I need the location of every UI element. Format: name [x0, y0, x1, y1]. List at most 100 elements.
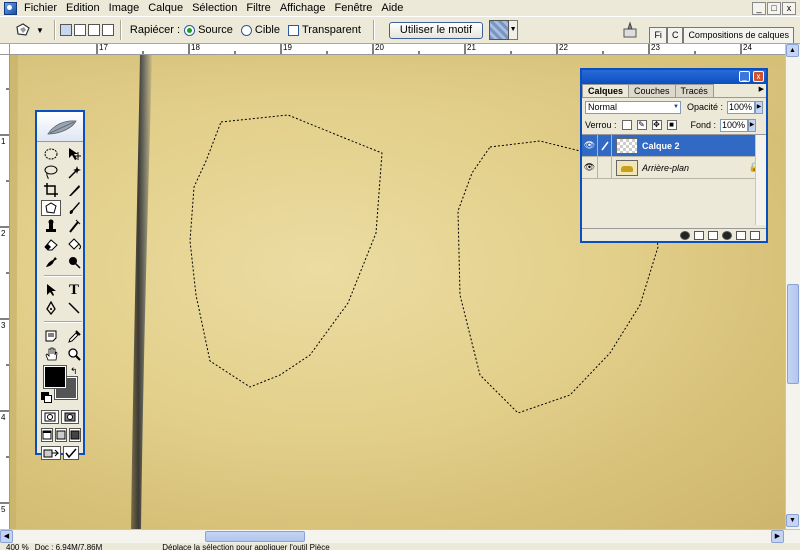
check-mark-icon[interactable] [63, 446, 79, 460]
fill-slider-button[interactable]: ▶ [748, 118, 757, 132]
full-screen-menu-button[interactable] [55, 428, 67, 442]
default-colors-icon[interactable] [41, 392, 52, 403]
eye-icon[interactable]: 👁 [582, 156, 598, 179]
trash-icon[interactable] [750, 230, 760, 240]
menu-aide[interactable]: Aide [377, 0, 408, 16]
panel-minimize-button[interactable]: _ [739, 71, 750, 82]
patch-tool[interactable] [41, 200, 61, 216]
layer-mask-icon[interactable] [694, 230, 704, 240]
paint-bucket-tool[interactable] [64, 236, 84, 252]
new-selection-mode[interactable] [59, 24, 72, 36]
full-screen-button[interactable] [69, 428, 81, 442]
chevron-down-icon[interactable]: ▼ [36, 26, 44, 35]
selection-marquee-left[interactable] [189, 114, 383, 388]
standard-screen-button[interactable] [41, 428, 53, 442]
opacity-input[interactable]: 100% [727, 100, 756, 114]
smudge-tool[interactable] [41, 254, 61, 270]
ruler-origin[interactable] [0, 44, 10, 55]
source-radio-option[interactable]: Source [184, 24, 233, 36]
use-pattern-button[interactable]: Utiliser le motif [388, 21, 484, 39]
transparent-checkbox-option[interactable]: Transparent [288, 24, 361, 36]
lock-all-icon[interactable]: ■ [666, 120, 677, 130]
slice-tool[interactable] [64, 182, 84, 198]
eye-icon[interactable]: 👁 [582, 134, 598, 157]
layers-panel-titlebar[interactable]: _ x [582, 70, 766, 84]
type-tool[interactable]: T [64, 282, 84, 298]
pattern-swatch[interactable] [489, 20, 510, 40]
lasso-tool[interactable] [41, 164, 61, 180]
move-tool[interactable] [64, 146, 84, 162]
source-radio[interactable] [184, 24, 196, 36]
zoom-level[interactable]: 400 % [6, 543, 29, 550]
adjustment-layer-icon[interactable] [722, 230, 732, 240]
menu-fenetre[interactable]: Fenêtre [330, 0, 377, 16]
menu-affichage[interactable]: Affichage [276, 0, 331, 16]
menu-filtre[interactable]: Filtre [242, 0, 275, 16]
fill-input[interactable]: 100% [720, 118, 749, 132]
tab-couches[interactable]: Couches [628, 84, 676, 97]
eyedropper-tool[interactable] [64, 328, 84, 344]
layer-style-icon[interactable] [680, 230, 690, 240]
scroll-down-arrow[interactable]: ▼ [786, 514, 799, 527]
jump-to-imageready-button[interactable] [41, 446, 61, 460]
line-tool[interactable] [64, 300, 84, 316]
eraser-tool[interactable] [41, 236, 61, 252]
layer-row-arriere-plan[interactable]: 👁 Arrière-plan 🔒 [582, 156, 766, 179]
tool-preset-picker[interactable] [14, 21, 34, 39]
document-size[interactable]: Doc : 6,94M/7,86M [35, 543, 103, 550]
link-slot[interactable] [598, 156, 612, 179]
panel-close-button[interactable]: x [753, 71, 764, 82]
palette-well-tab-compositions[interactable]: Compositions de calques [683, 27, 794, 43]
tab-calques[interactable]: Calques [582, 84, 630, 97]
quick-mask-mode-button[interactable] [61, 410, 79, 424]
vertical-scroll-thumb[interactable] [787, 284, 799, 384]
target-radio-option[interactable]: Cible [240, 24, 280, 36]
dodge-tool[interactable] [64, 254, 84, 270]
lock-pixels-icon[interactable]: ✎ [636, 120, 647, 130]
vertical-scrollbar[interactable]: ▲ ▼ [785, 44, 800, 529]
path-selection-tool[interactable] [41, 282, 61, 298]
palette-well-tab-files[interactable]: Fi [649, 27, 667, 43]
scroll-up-arrow[interactable]: ▲ [786, 44, 799, 57]
zoom-tool[interactable] [64, 346, 84, 362]
lock-position-icon[interactable]: ✥ [651, 120, 662, 130]
layer-name[interactable]: Arrière-plan [642, 163, 689, 173]
layer-name[interactable]: Calque 2 [642, 141, 680, 151]
transparent-checkbox[interactable] [288, 24, 299, 36]
panel-menu-icon[interactable]: ▶ [759, 85, 764, 93]
menu-fichier[interactable]: Fichier [20, 0, 62, 16]
new-layer-icon[interactable] [736, 230, 746, 240]
swap-colors-icon[interactable]: ↰ [70, 366, 78, 377]
layer-row-calque-2[interactable]: 👁 Calque 2 [582, 134, 766, 157]
brush-palette-icon[interactable] [621, 21, 639, 39]
standard-mode-button[interactable] [41, 410, 59, 424]
intersect-selection-mode[interactable] [101, 24, 114, 36]
menu-selection[interactable]: Sélection [188, 0, 242, 16]
pen-tool[interactable] [41, 300, 61, 316]
minimize-button[interactable]: _ [752, 1, 766, 15]
lock-transparency-icon[interactable] [621, 120, 632, 130]
magic-wand-tool[interactable] [64, 164, 84, 180]
hand-tool[interactable] [41, 346, 61, 362]
tab-traces[interactable]: Tracés [674, 84, 714, 97]
notes-tool[interactable] [41, 328, 61, 344]
menu-image[interactable]: Image [105, 0, 145, 16]
opacity-slider-button[interactable]: ▶ [755, 100, 764, 114]
new-group-icon[interactable] [708, 230, 718, 240]
restore-button[interactable]: □ [767, 1, 781, 15]
crop-tool[interactable] [41, 182, 61, 198]
brush-link-icon[interactable] [598, 134, 612, 157]
vertical-ruler[interactable]: 1 2 3 4 5 [0, 55, 10, 529]
brush-tool[interactable] [64, 200, 84, 216]
toolbox-header[interactable] [37, 112, 83, 142]
horizontal-scrollbar[interactable]: ◀ ▶ [0, 529, 800, 543]
horizontal-ruler[interactable]: 17 18 19 20 21 22 23 24 [10, 44, 785, 55]
blend-mode-select[interactable]: Normal [585, 100, 681, 114]
scroll-right-arrow[interactable]: ▶ [771, 530, 784, 543]
target-radio[interactable] [240, 24, 252, 36]
menu-calque[interactable]: Calque [144, 0, 188, 16]
pattern-dropdown-arrow[interactable]: ▼ [509, 20, 519, 40]
horizontal-scroll-thumb[interactable] [205, 531, 305, 542]
photoshop-app-icon[interactable] [2, 1, 18, 15]
clone-stamp-tool[interactable] [41, 218, 61, 234]
